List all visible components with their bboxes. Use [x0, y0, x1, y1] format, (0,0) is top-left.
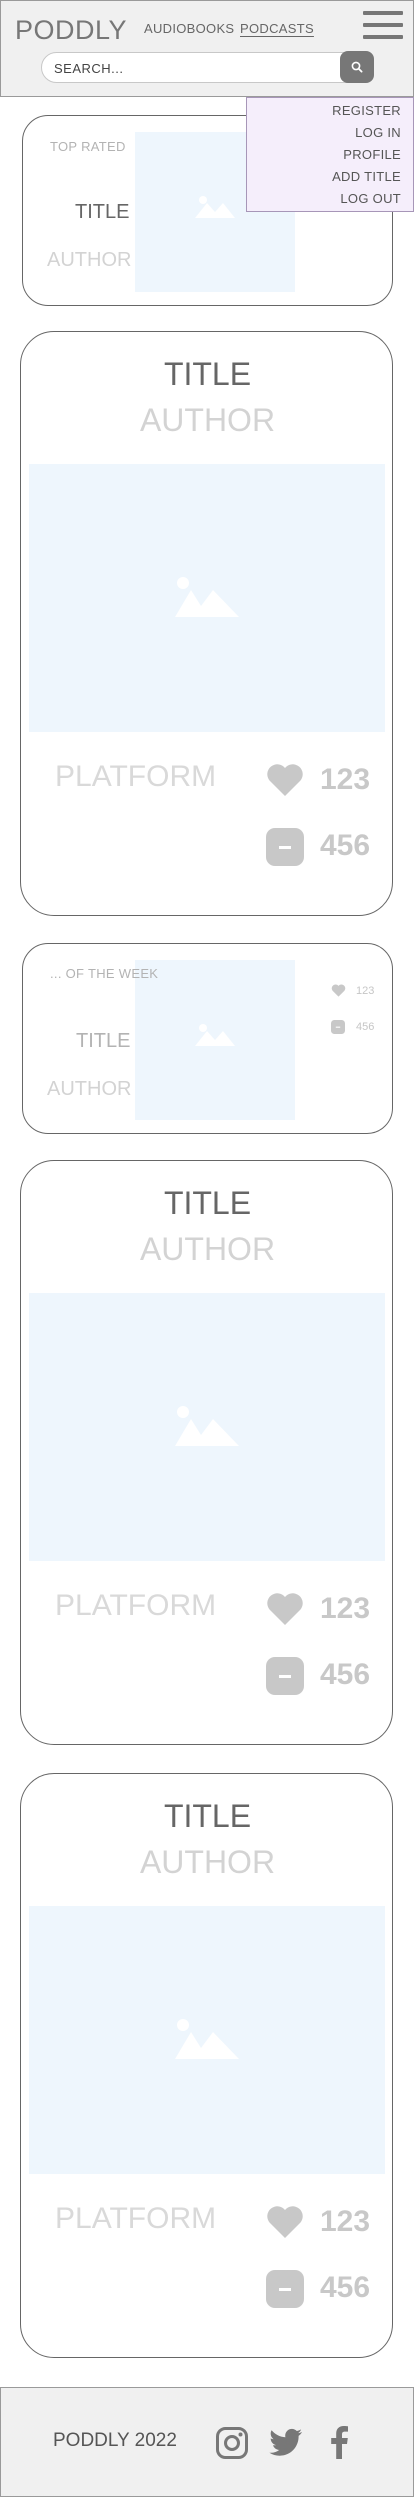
- card-title: TITLE: [75, 201, 130, 223]
- section-label: TOP RATED: [50, 139, 126, 154]
- hamburger-icon[interactable]: [363, 11, 403, 41]
- nav-podcasts-link[interactable]: PODCASTS: [240, 21, 314, 36]
- card-title: TITLE: [163, 356, 252, 392]
- search-input[interactable]: [54, 60, 324, 76]
- like-count: 123: [320, 763, 371, 796]
- image-placeholder-icon: [175, 1406, 239, 1446]
- card-image: [29, 1293, 385, 1561]
- site-header: PODDLY AUDIOBOOKS PODCASTS: [0, 0, 414, 97]
- heart-icon[interactable]: [331, 984, 346, 997]
- card-author: AUTHOR: [139, 1844, 276, 1880]
- image-placeholder-icon: [195, 1024, 235, 1046]
- instagram-icon[interactable]: [215, 2426, 249, 2460]
- card-platform: PLATFORM: [55, 760, 217, 793]
- menu-item-profile[interactable]: PROFILE: [343, 147, 401, 162]
- site-footer: PODDLY 2022: [0, 2387, 414, 2497]
- footer-copyright: PODDLY 2022: [53, 2430, 177, 2451]
- card-author: AUTHOR: [139, 1231, 276, 1267]
- like-count: 123: [356, 985, 375, 997]
- menu-item-add-title[interactable]: ADD TITLE: [332, 169, 401, 184]
- like-count: 123: [320, 1592, 371, 1625]
- comment-count: 456: [320, 2271, 371, 2304]
- comment-icon[interactable]: [266, 828, 304, 866]
- podcast-card[interactable]: TITLE AUTHOR PLATFORM 123 456: [20, 331, 393, 916]
- comment-count: 456: [320, 1658, 371, 1691]
- image-placeholder-icon: [175, 577, 239, 617]
- card-title: TITLE: [163, 1185, 252, 1221]
- card-author: AUTHOR: [47, 1078, 132, 1100]
- card-platform: PLATFORM: [55, 2202, 217, 2235]
- heart-icon[interactable]: [266, 2205, 304, 2239]
- card-image: [29, 464, 385, 732]
- menu-item-login[interactable]: LOG IN: [355, 125, 401, 140]
- podcast-card[interactable]: TITLE AUTHOR PLATFORM 123 456: [20, 1773, 393, 2358]
- comment-icon[interactable]: [331, 1020, 345, 1034]
- card-platform: PLATFORM: [55, 1589, 217, 1622]
- card-title: TITLE: [76, 1030, 131, 1052]
- search-button[interactable]: [340, 51, 374, 83]
- heart-icon[interactable]: [266, 1592, 304, 1626]
- of-the-week-image: [135, 960, 295, 1120]
- menu-item-register[interactable]: REGISTER: [332, 103, 401, 118]
- logo[interactable]: PODDLY: [15, 15, 127, 46]
- card-author: AUTHOR: [139, 402, 276, 438]
- card-title: TITLE: [163, 1798, 252, 1834]
- facebook-icon[interactable]: [329, 2425, 349, 2459]
- comment-count: 456: [320, 829, 371, 862]
- twitter-icon[interactable]: [269, 2428, 303, 2458]
- card-author: AUTHOR: [47, 249, 132, 271]
- comment-icon[interactable]: [266, 2270, 304, 2308]
- podcast-card[interactable]: TITLE AUTHOR PLATFORM 123 456: [20, 1160, 393, 1745]
- dropdown-menu: REGISTER LOG IN PROFILE ADD TITLE LOG OU…: [246, 97, 414, 212]
- of-the-week-card[interactable]: ... OF THE WEEK TITLE AUTHOR 123 456: [22, 943, 393, 1134]
- search-bar: [41, 52, 373, 83]
- menu-item-logout[interactable]: LOG OUT: [340, 191, 401, 206]
- card-image: [29, 1906, 385, 2174]
- nav-audiobooks-link[interactable]: AUDIOBOOKS: [144, 21, 234, 36]
- section-label: ... OF THE WEEK: [50, 966, 159, 981]
- heart-icon[interactable]: [266, 763, 304, 797]
- like-count: 123: [320, 2205, 371, 2238]
- search-icon: [351, 61, 363, 73]
- image-placeholder-icon: [175, 2019, 239, 2059]
- comment-icon[interactable]: [266, 1657, 304, 1695]
- comment-count: 456: [356, 1021, 375, 1033]
